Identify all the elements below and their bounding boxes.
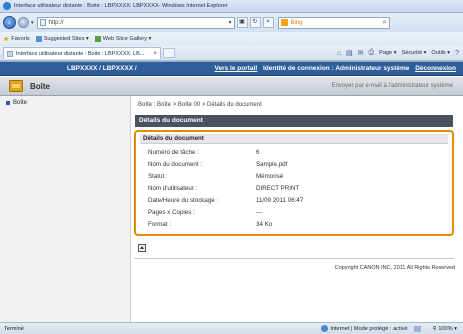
new-tab-button[interactable] — [163, 48, 175, 58]
session-info: Vers le portail Identité de connexion : … — [211, 65, 456, 72]
bing-icon — [280, 19, 288, 26]
divider — [134, 258, 454, 259]
page-title: Boîte — [30, 82, 50, 91]
email-admin-link[interactable]: Envoyer par e-mail à l'administrateur sy… — [331, 83, 453, 89]
close-tab-icon[interactable]: × — [153, 51, 157, 57]
detail-label: Nom d'utilisateur : — [148, 185, 198, 192]
web-slice-gallery-label: Web Slice Gallery ▾ — [102, 36, 152, 42]
breadcrumb: Boîte : Boîte > Boîte 00 > Détails du do… — [138, 102, 262, 108]
feeds-icon[interactable]: ▤ — [346, 49, 353, 57]
page-header: Boîte Envoyer par e-mail à l'administrat… — [0, 77, 463, 96]
page-menu[interactable]: Page ▾ — [379, 50, 396, 56]
help-icon[interactable]: ? — [455, 50, 459, 57]
zoom-dropdown-icon: ▾ — [452, 325, 457, 332]
detail-row: Statut : Mémorisé — [148, 173, 438, 182]
detail-label: Nom du document : — [148, 161, 202, 168]
suggested-sites-icon — [35, 36, 42, 42]
logout-link[interactable]: Déconnexion — [415, 65, 456, 72]
sidebar: Boîte — [0, 96, 131, 323]
section-title: Détails du document — [135, 115, 453, 127]
device-band: LBPXXXX / LBPXXXX / Vers le portail Iden… — [0, 62, 463, 76]
web-slice-gallery-link[interactable]: Web Slice Gallery ▾ — [94, 36, 152, 42]
url-dropdown-icon[interactable]: ▾ — [229, 19, 232, 26]
web-page: LBPXXXX / LBPXXXX / Vers le portail Iden… — [0, 61, 463, 323]
detail-label: Date/Heure du stockage : — [148, 197, 219, 204]
refresh-icon[interactable]: ↻ — [249, 17, 261, 28]
suggested-sites-link[interactable]: Suggested Sites ▾ — [35, 36, 89, 42]
copyright: Copyright CANON INC. 2011 All Rights Res… — [334, 265, 455, 271]
zoom-control[interactable]: ⚲ 100% ▾ — [433, 326, 457, 332]
compatibility-view-icon[interactable]: ▣ — [236, 17, 248, 28]
tab-bar: Interface utilisateur distante : Boite :… — [0, 46, 463, 61]
back-button[interactable]: ‹ — [3, 16, 16, 29]
mailbox-icon — [9, 80, 23, 92]
detail-row: Date/Heure du stockage : 11/09 2011 06:4… — [148, 197, 438, 206]
suggested-sites-label: Suggested Sites ▾ — [43, 36, 89, 42]
back-to-top-icon[interactable] — [138, 244, 146, 252]
url-text: http:// — [48, 19, 64, 26]
detail-value: DIRECT PRINT — [256, 185, 300, 192]
url-field[interactable]: http:// ▾ — [36, 16, 235, 29]
forward-button[interactable]: › — [18, 17, 29, 28]
detail-value: 34 Ko — [256, 221, 273, 228]
globe-icon — [321, 325, 329, 332]
tab-page-icon — [7, 50, 13, 57]
detail-label: Statut : — [148, 173, 168, 180]
detail-row: Pages x Copies : --- — [148, 209, 438, 218]
detail-value: 6 — [256, 149, 260, 156]
stop-icon[interactable]: × — [262, 17, 274, 28]
detail-value: --- — [256, 209, 263, 216]
favorites-button[interactable]: ★ Favoris — [3, 35, 30, 43]
sidebar-item-box[interactable]: Boîte — [6, 100, 27, 106]
security-zone[interactable]: Internet | Mode protégé : activé — [321, 325, 408, 332]
detail-row: Numéro de tâche : 6 — [148, 149, 438, 158]
panel-title: Détails du document — [140, 134, 448, 144]
window-title-bar: Interface utilisateur distante : Boite :… — [0, 0, 463, 13]
zoom-level: 100% — [438, 325, 453, 332]
bullet-icon — [6, 101, 10, 105]
protected-mode-icon[interactable] — [413, 325, 421, 332]
address-bar: ‹ › ▾ http:// ▾ ▣ ↻ × Bing ⌕ — [0, 13, 463, 32]
zone-text: Internet | Mode protégé : activé — [330, 325, 408, 332]
command-bar: ⌂ ▤ ✉ ⎙ Page ▾ Sécurité ▾ Outils ▾ ? — [337, 49, 463, 57]
favorites-bar: ★ Favoris Suggested Sites ▾ Web Slice Ga… — [0, 32, 463, 46]
login-info: Identité de connexion : Administrateur s… — [262, 65, 410, 72]
search-input[interactable]: Bing ⌕ — [277, 16, 390, 29]
search-icon[interactable]: ⌕ — [383, 19, 387, 27]
status-bar: Terminé Internet | Mode protégé : activé… — [0, 322, 463, 334]
detail-label: Pages x Copies : — [148, 209, 195, 216]
detail-value: 11/09 2011 06:47 — [256, 197, 304, 204]
window-title: Interface utilisateur distante : Boite :… — [14, 3, 228, 9]
detail-row: Nom du document : Sample.pdf — [148, 161, 438, 170]
favorites-label: Favoris — [11, 36, 30, 42]
tab-title: Interface utilisateur distante : Boite :… — [16, 50, 145, 57]
security-menu[interactable]: Sécurité ▾ — [402, 50, 427, 56]
print-icon[interactable]: ⎙ — [368, 49, 374, 57]
home-icon[interactable]: ⌂ — [337, 50, 341, 57]
mail-icon[interactable]: ✉ — [358, 49, 364, 57]
device-name: LBPXXXX / LBPXXXX / — [67, 65, 137, 72]
detail-label: Format : — [148, 221, 172, 228]
detail-value: Mémorisé — [256, 173, 284, 180]
status-text: Terminé — [4, 325, 24, 332]
web-slice-icon — [94, 36, 101, 42]
detail-row: Nom d'utilisateur : DIRECT PRINT — [148, 185, 438, 194]
detail-value: Sample.pdf — [256, 161, 288, 168]
portal-link[interactable]: Vers le portail — [215, 65, 258, 72]
browser-tab[interactable]: Interface utilisateur distante : Boite :… — [3, 47, 161, 59]
sidebar-item-label: Boîte — [13, 100, 28, 106]
tools-menu[interactable]: Outils ▾ — [431, 50, 450, 56]
document-details-panel: Détails du document Numéro de tâche : 6 … — [134, 130, 454, 236]
star-icon: ★ — [3, 36, 10, 43]
history-dropdown-icon[interactable]: ▾ — [31, 20, 34, 26]
search-engine-label: Bing — [290, 19, 303, 26]
page-icon — [39, 19, 46, 26]
detail-row: Format : 34 Ko — [148, 221, 438, 230]
detail-label: Numéro de tâche : — [148, 149, 199, 156]
ie-logo-icon — [3, 2, 11, 10]
